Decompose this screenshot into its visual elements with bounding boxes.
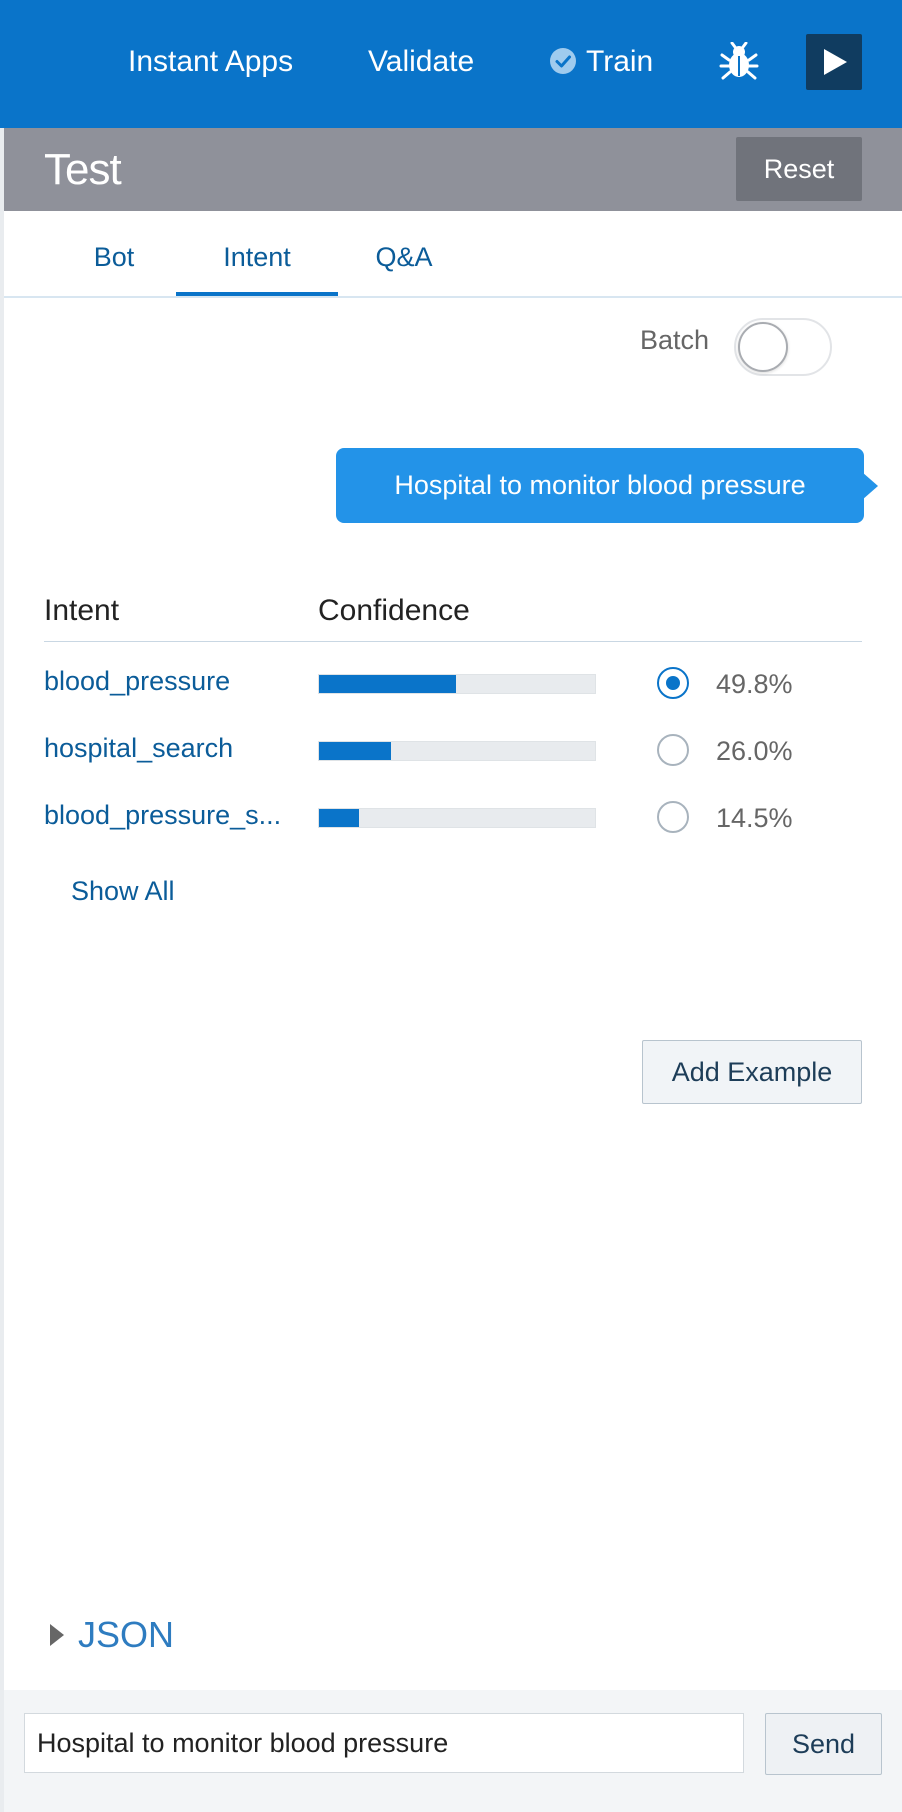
tab-bar: Bot Intent Q&A xyxy=(4,211,902,298)
intent-name-link[interactable]: hospital_search xyxy=(44,733,294,764)
instant-apps-link[interactable]: Instant Apps xyxy=(128,0,293,124)
bubble-tail xyxy=(862,472,878,500)
table-row: blood_pressure_s... 14.5% xyxy=(0,800,902,850)
confidence-bar-fill xyxy=(319,675,457,693)
intent-radio[interactable] xyxy=(657,667,689,699)
confidence-column-header: Confidence xyxy=(318,594,470,627)
confidence-bar-fill xyxy=(319,742,391,760)
validate-link[interactable]: Validate xyxy=(368,0,474,124)
show-all-link[interactable]: Show All xyxy=(71,876,175,907)
batch-toggle[interactable] xyxy=(734,318,832,376)
confidence-percent: 26.0% xyxy=(716,736,793,766)
page-title: Test xyxy=(44,145,122,194)
json-toggle[interactable]: JSON xyxy=(78,1614,174,1656)
caret-right-icon[interactable] xyxy=(50,1624,64,1646)
confidence-percent: 14.5% xyxy=(716,803,793,833)
user-message-bubble: Hospital to monitor blood pressure xyxy=(336,448,864,523)
confidence-percent: 49.8% xyxy=(716,669,793,699)
message-input[interactable] xyxy=(24,1713,744,1773)
intent-column-header: Intent xyxy=(44,594,120,627)
bug-icon[interactable] xyxy=(719,41,759,82)
confidence-bar xyxy=(318,808,596,828)
intent-name-link[interactable]: blood_pressure xyxy=(44,666,294,697)
confidence-bar-fill xyxy=(319,809,360,827)
top-navbar: Instant Apps Validate Train xyxy=(0,0,902,128)
tab-qa[interactable]: Q&A xyxy=(352,211,456,296)
play-button[interactable] xyxy=(806,34,862,90)
train-label: Train xyxy=(586,45,654,78)
table-header-divider xyxy=(44,641,862,642)
reset-button[interactable]: Reset xyxy=(736,137,862,201)
table-row: hospital_search 26.0% xyxy=(0,733,902,783)
table-row: blood_pressure 49.8% xyxy=(0,666,902,716)
add-example-button[interactable]: Add Example xyxy=(642,1040,862,1104)
send-button[interactable]: Send xyxy=(765,1713,882,1775)
toggle-knob xyxy=(738,322,788,372)
tab-intent[interactable]: Intent xyxy=(176,211,338,296)
batch-label: Batch xyxy=(640,325,710,355)
tab-bot[interactable]: Bot xyxy=(62,211,166,296)
check-circle-icon xyxy=(550,48,576,74)
panel-left-border xyxy=(0,128,4,1812)
confidence-bar xyxy=(318,741,596,761)
confidence-bar xyxy=(318,674,596,694)
intent-name-link[interactable]: blood_pressure_s... xyxy=(44,800,294,831)
train-link[interactable]: Train xyxy=(550,0,653,124)
test-panel-header: Test Reset xyxy=(4,128,902,211)
intent-radio[interactable] xyxy=(657,734,689,766)
play-icon xyxy=(824,49,847,75)
intent-radio[interactable] xyxy=(657,801,689,833)
